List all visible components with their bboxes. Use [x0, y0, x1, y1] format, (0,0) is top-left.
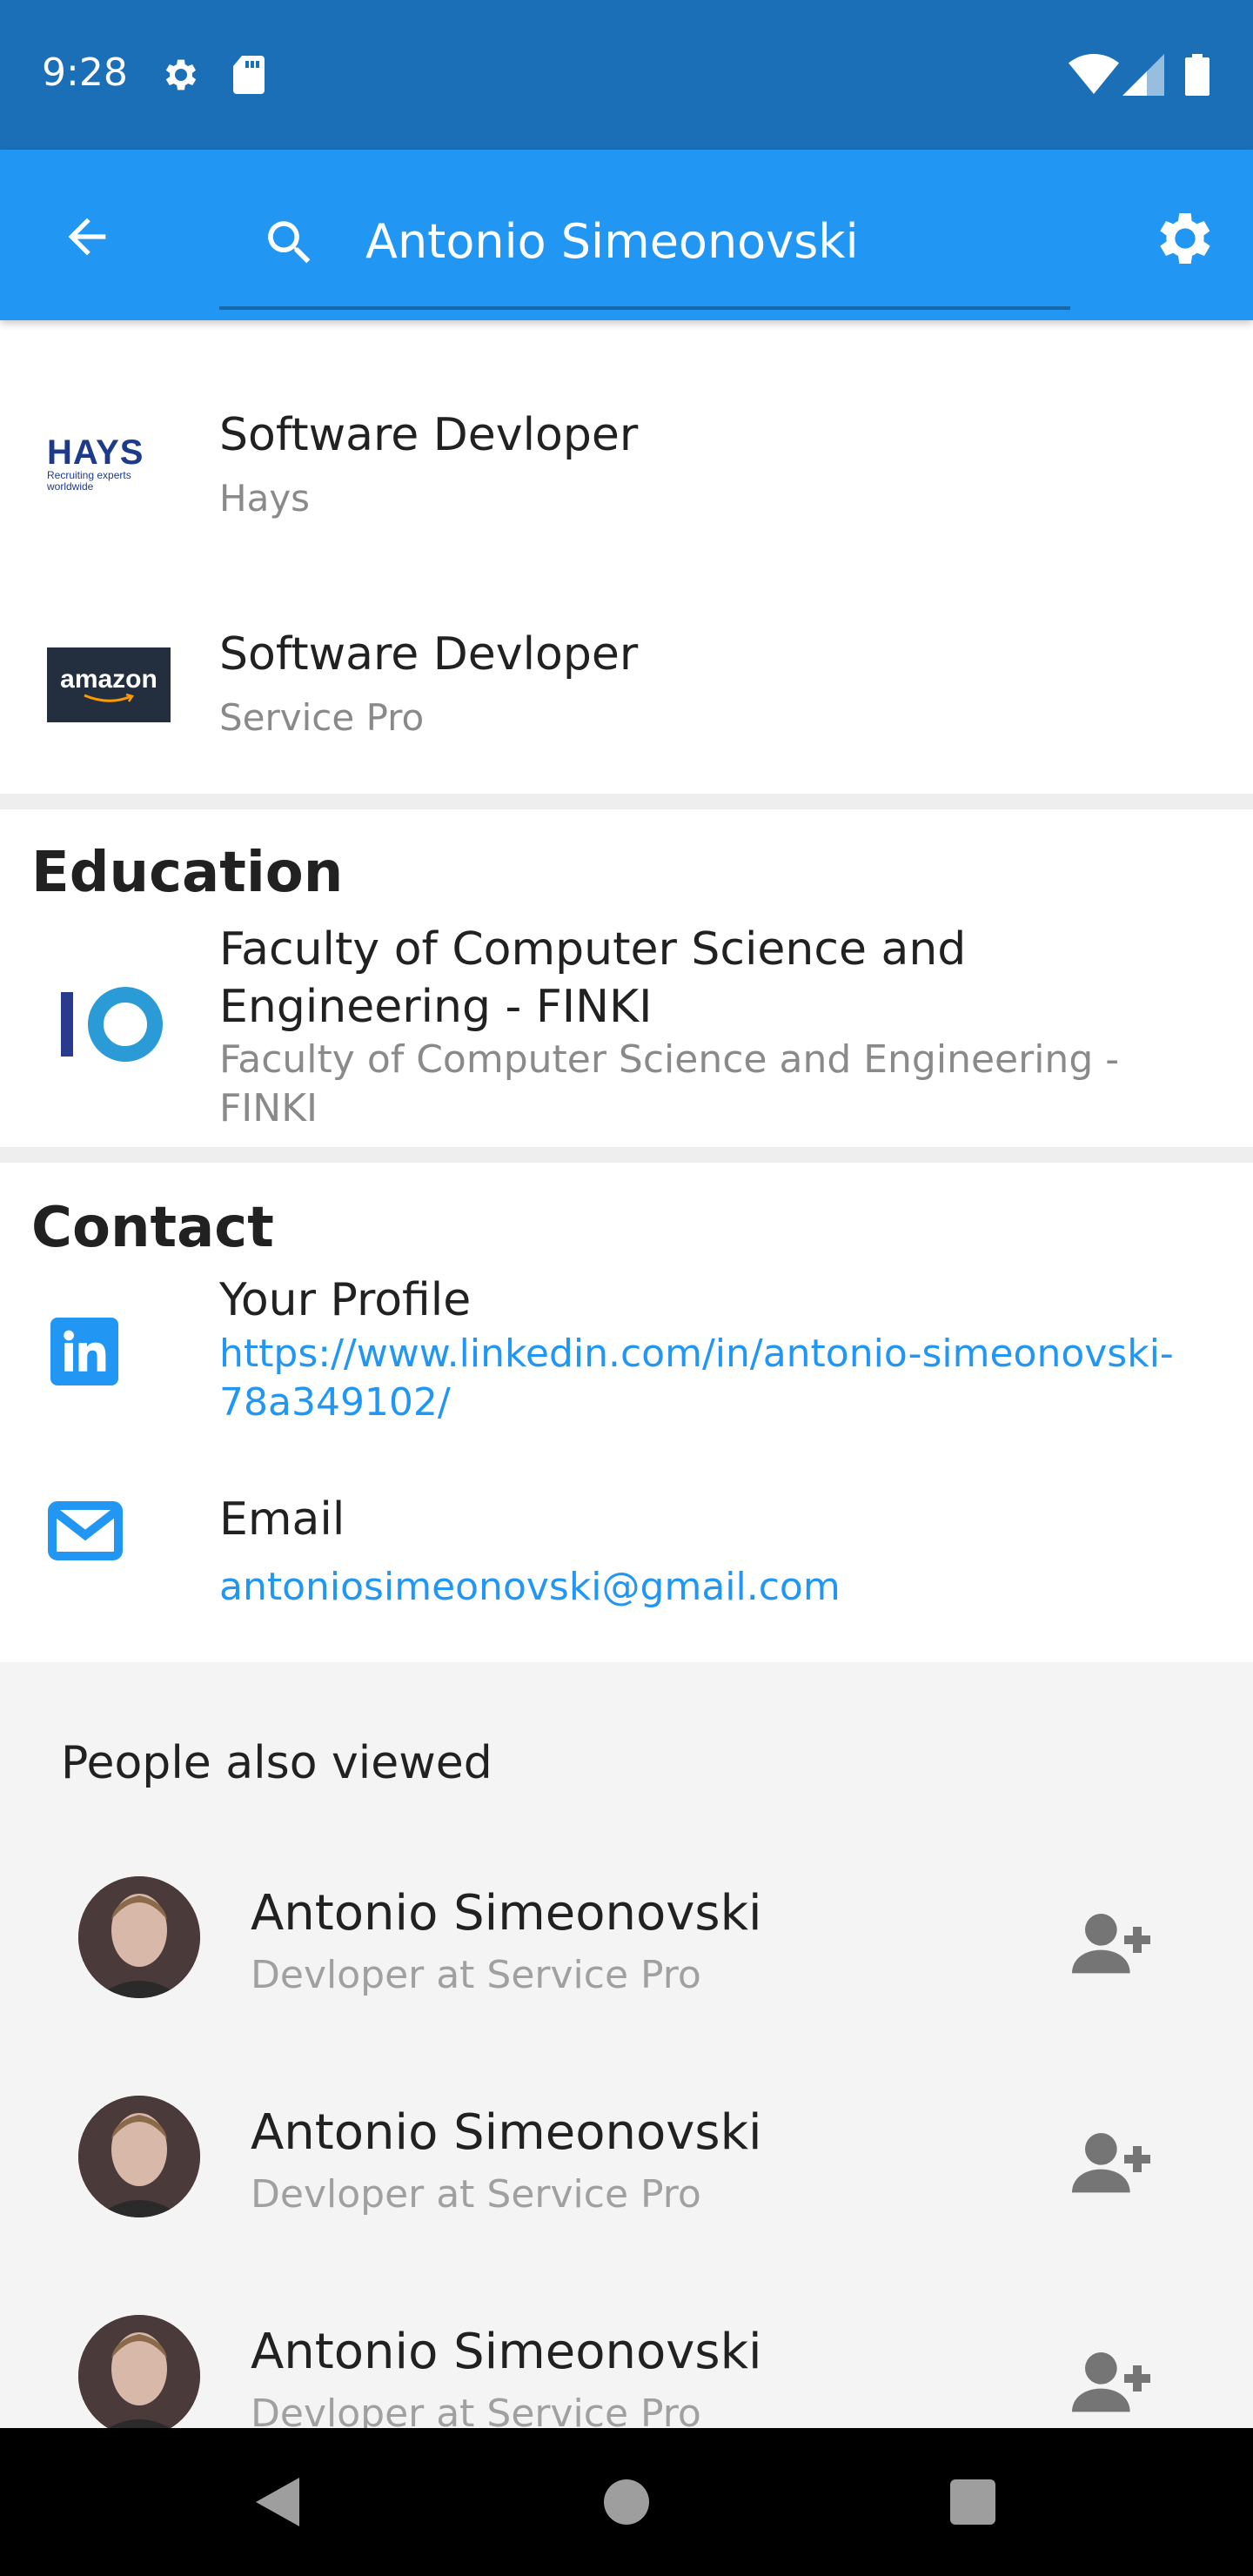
education-item[interactable]: Faculty of Computer Science and Engineer… — [0, 921, 1253, 1147]
add-person-icon — [1072, 2352, 1150, 2412]
add-person-button[interactable] — [1072, 1909, 1150, 1979]
person-headline: Devloper at Service Pro — [251, 1953, 701, 1997]
sd-card-icon — [230, 54, 268, 100]
person-name: Antonio Simeonovski — [251, 2324, 762, 2380]
add-person-button[interactable] — [1072, 2129, 1150, 2198]
contact-heading: Contact — [31, 1196, 274, 1260]
signal-icon — [1122, 54, 1164, 100]
amazon-logo: amazon — [47, 647, 171, 722]
person-item[interactable]: Antonio Simeonovski Devloper at Service … — [0, 1876, 1253, 2094]
contact-label: Your Profile — [219, 1274, 472, 1326]
people-also-viewed: People also viewed Antonio Simeonovski D… — [0, 1662, 1253, 2428]
gear-icon — [1160, 213, 1210, 264]
person-headline: Devloper at Service Pro — [251, 2172, 701, 2217]
company-name: Hays — [219, 477, 311, 520]
nav-recents-button[interactable] — [929, 2463, 1016, 2541]
section-divider — [0, 794, 1253, 809]
person-headline: Devloper at Service Pro — [251, 2392, 701, 2428]
back-button[interactable] — [52, 202, 122, 272]
back-triangle-icon — [256, 2478, 299, 2526]
avatar — [78, 2315, 200, 2428]
contact-email[interactable]: Email antoniosimeonovski@gmail.com — [0, 1490, 1253, 1638]
education-sub: Faculty of Computer Science and Engineer… — [219, 1037, 1120, 1130]
contact-label: Email — [219, 1493, 345, 1546]
app-bar — [0, 150, 1253, 320]
settings-button[interactable] — [1145, 198, 1225, 278]
contact-linkedin[interactable]: Your Profile https://www.linkedin.com/in… — [0, 1272, 1253, 1446]
linkedin-icon — [50, 1318, 118, 1385]
person-item[interactable]: Antonio Simeonovski Devloper at Service … — [0, 2096, 1253, 2313]
finki-logo — [57, 982, 171, 1069]
nav-back-button[interactable] — [233, 2463, 320, 2541]
company-name: Service Pro — [219, 696, 425, 739]
recents-square-icon — [950, 2479, 995, 2525]
search-icon — [261, 214, 318, 276]
avatar — [78, 2096, 200, 2217]
status-time: 9:28 — [42, 50, 128, 95]
education-name: Faculty of Computer Science and Engineer… — [219, 923, 967, 1033]
experience-item[interactable]: HAYS Recruiting experts worldwide Softwa… — [0, 357, 1253, 574]
job-title: Software Devloper — [219, 628, 639, 681]
job-title: Software Devloper — [219, 409, 639, 461]
avatar — [78, 1876, 200, 1998]
person-name: Antonio Simeonovski — [251, 2104, 762, 2161]
nav-home-button[interactable] — [583, 2463, 670, 2541]
hays-logo: HAYS Recruiting experts worldwide — [47, 433, 144, 493]
search-input[interactable] — [365, 211, 1044, 272]
add-person-button[interactable] — [1072, 2348, 1150, 2418]
gear-icon — [160, 54, 202, 100]
experience-item[interactable]: amazon Software Devloper Service Pro — [0, 576, 1253, 794]
home-circle-icon — [604, 2479, 649, 2525]
status-bar: 9:28 — [0, 0, 1253, 150]
add-person-icon — [1072, 1914, 1150, 1974]
system-nav-bar — [0, 2428, 1253, 2576]
arrow-left-icon — [68, 218, 106, 256]
person-name: Antonio Simeonovski — [251, 1885, 762, 1942]
envelope-icon — [47, 1500, 124, 1566]
battery-icon — [1185, 54, 1209, 100]
education-heading: Education — [31, 841, 344, 905]
add-person-icon — [1072, 2133, 1150, 2193]
wifi-icon — [1069, 54, 1119, 100]
linkedin-link[interactable]: https://www.linkedin.com/in/antonio-sime… — [219, 1330, 1185, 1427]
section-divider — [0, 1147, 1253, 1163]
search-bar[interactable] — [219, 176, 1070, 310]
people-also-viewed-heading: People also viewed — [61, 1737, 492, 1789]
email-link[interactable]: antoniosimeonovski@gmail.com — [219, 1565, 841, 1609]
person-item[interactable]: Antonio Simeonovski Devloper at Service … — [0, 2315, 1253, 2428]
